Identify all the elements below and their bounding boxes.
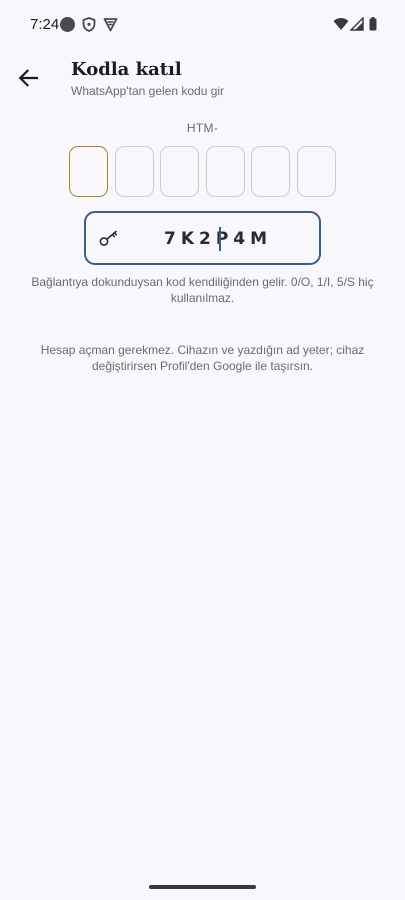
code-prefix-label: HTM- (186, 121, 219, 135)
account-note: Hesap açman gerekmez. Cihazın ve yazdığı… (40, 343, 365, 373)
status-bar: 7:24 (0, 0, 405, 48)
code-boxes (69, 146, 337, 197)
code-box-5[interactable] (251, 146, 290, 197)
battery-icon (369, 17, 377, 36)
code-box-4[interactable] (205, 146, 245, 197)
code-box-6[interactable] (296, 146, 336, 197)
page-title: Kodla katıl (71, 59, 182, 80)
code-input-field[interactable]: 7K2P4M (84, 211, 321, 265)
code-box-1[interactable] (69, 146, 108, 197)
join-with-code-screen: 7:24 Kodla katıl WhatsApp'tan gelen kodu… (0, 0, 405, 900)
signal-icon (349, 16, 364, 36)
code-box-3[interactable] (160, 146, 199, 197)
back-button[interactable] (12, 62, 44, 94)
key-icon (99, 228, 119, 253)
page-subtitle: WhatsApp'tan gelen kodu gir (71, 84, 225, 98)
code-box-2[interactable] (114, 146, 154, 197)
vpn-icon (103, 17, 118, 37)
arrow-back-icon (18, 69, 38, 87)
text-caret (219, 227, 221, 251)
status-time: 7:24 (30, 16, 60, 33)
record-dot-icon (60, 17, 75, 32)
home-indicator[interactable] (149, 885, 256, 889)
wifi-icon (333, 17, 349, 36)
shield-icon (82, 17, 96, 37)
hint-text: Bağlantıya dokunduysan kod kendiliğinden… (31, 275, 374, 305)
